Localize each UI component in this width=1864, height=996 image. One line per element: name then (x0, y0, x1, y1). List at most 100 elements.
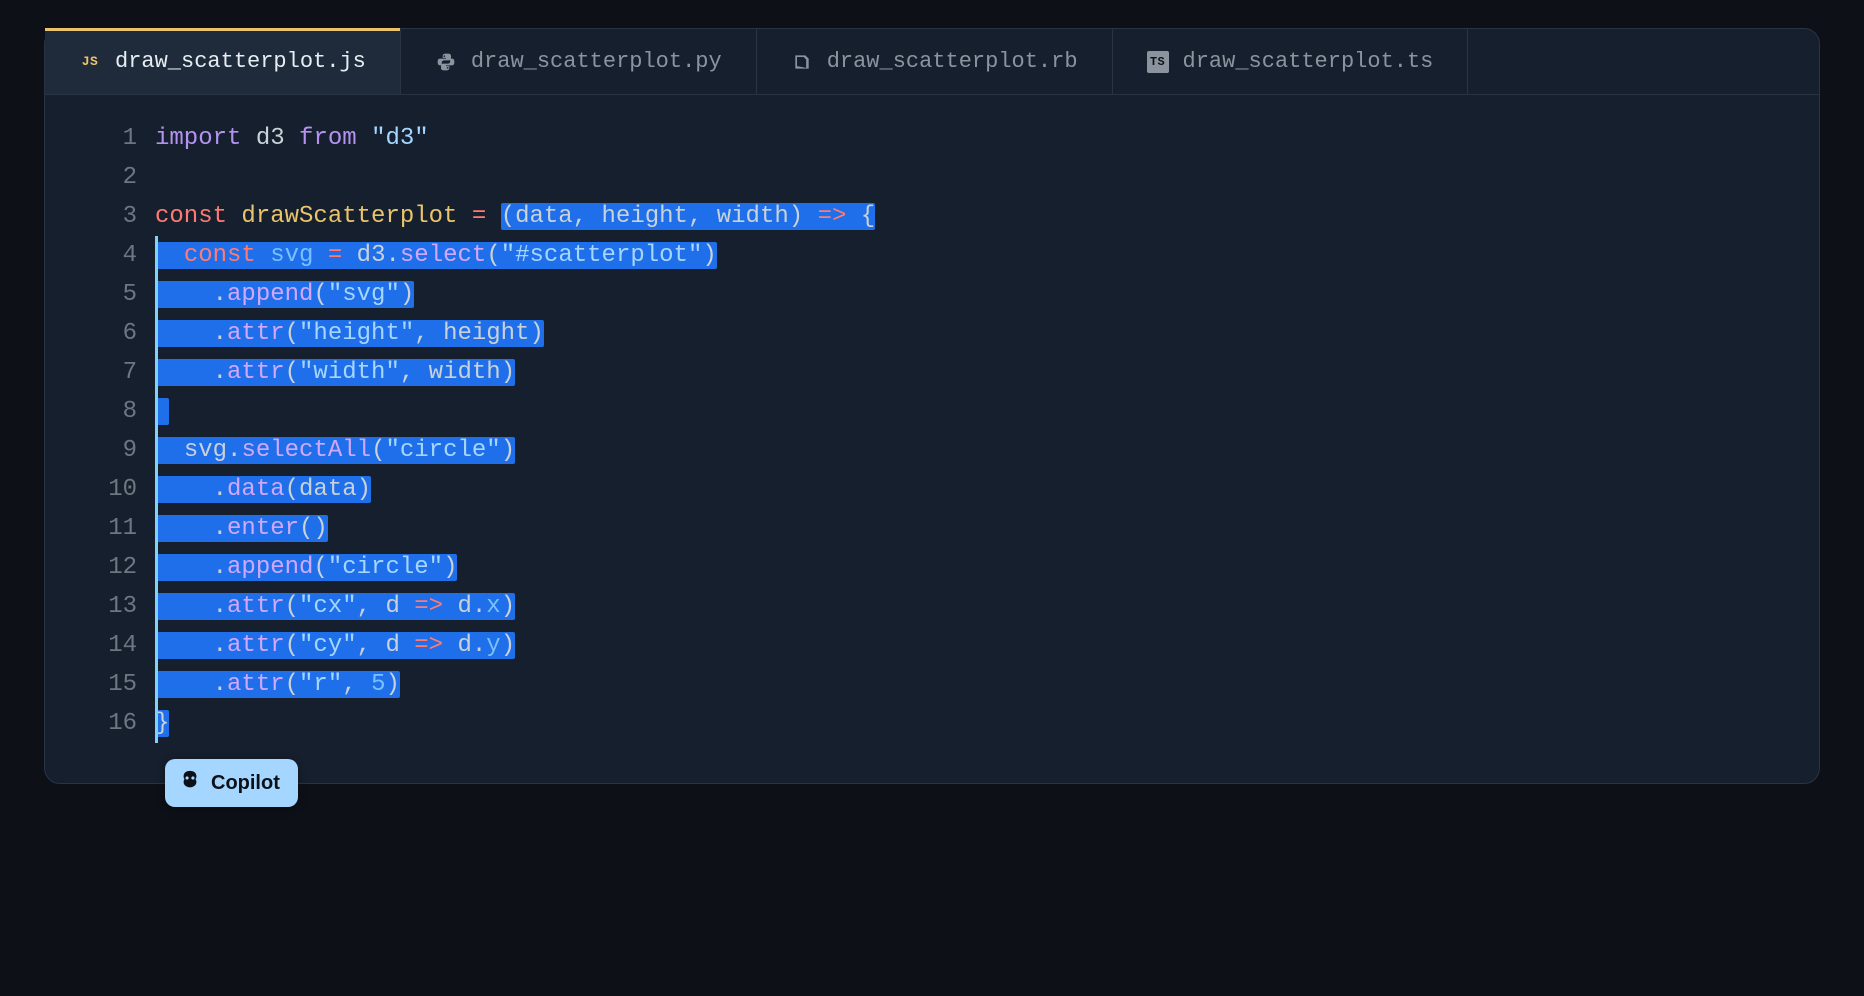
selection-highlight: .data(data) (155, 476, 371, 503)
code-line: 11 .enter() (45, 509, 1819, 548)
code-content[interactable]: import d3 from "d3" (155, 119, 1819, 158)
line-number: 9 (45, 431, 155, 470)
code-token: ) (501, 359, 515, 386)
code-token: x (486, 593, 500, 620)
code-content[interactable]: .enter() (155, 509, 1819, 548)
selection-highlight: .attr("width", width) (155, 359, 515, 386)
line-number: 6 (45, 314, 155, 353)
code-content[interactable]: svg.selectAll("circle") (155, 431, 1819, 470)
code-editor-panel: JSdraw_scatterplot.js draw_scatterplot.py… (44, 28, 1820, 784)
code-token: ( (285, 593, 299, 620)
code-token: ( (285, 632, 299, 659)
code-token: ) (501, 437, 515, 464)
selection-highlight: .attr("cx", d => d.x) (155, 593, 515, 620)
code-token (155, 242, 184, 269)
code-token: attr (227, 320, 285, 347)
code-token (155, 515, 213, 542)
code-line: 7 .attr("width", width) (45, 353, 1819, 392)
selection-highlight: svg.selectAll("circle") (155, 437, 515, 464)
line-number: 10 (45, 470, 155, 509)
code-token (342, 242, 356, 269)
code-token: ( (285, 320, 299, 347)
rb-file-icon (791, 51, 813, 73)
code-token: ( (501, 203, 515, 230)
code-token (357, 125, 371, 152)
code-token: . (213, 632, 227, 659)
code-token: attr (227, 593, 285, 620)
code-content[interactable]: .attr("cx", d => d.x) (155, 587, 1819, 626)
tab-label: draw_scatterplot.ts (1183, 49, 1434, 74)
code-token: "circle" (328, 554, 443, 581)
code-content[interactable]: .append("svg") (155, 275, 1819, 314)
code-token (443, 632, 457, 659)
selection-highlight: .append("svg") (155, 281, 414, 308)
code-content[interactable]: const svg = d3.select("#scatterplot") (155, 236, 1819, 275)
code-token: drawScatterplot (241, 203, 457, 230)
code-token: "#scatterplot" (501, 242, 703, 269)
code-line: 5 .append("svg") (45, 275, 1819, 314)
line-number: 16 (45, 704, 155, 743)
tab-label: draw_scatterplot.py (471, 49, 722, 74)
code-token: width (429, 359, 501, 386)
selection-gutter-indicator (155, 470, 158, 509)
code-token: enter (227, 515, 299, 542)
copilot-button[interactable]: Copilot (165, 759, 298, 807)
selection-gutter-indicator (155, 587, 158, 626)
code-token: ) (501, 593, 515, 620)
tab-ts[interactable]: TSdraw_scatterplot.ts (1113, 29, 1469, 94)
line-number: 5 (45, 275, 155, 314)
code-content[interactable]: .attr("width", width) (155, 353, 1819, 392)
code-content[interactable]: const drawScatterplot = (data, height, w… (155, 197, 1819, 236)
code-content[interactable]: .attr("cy", d => d.y) (155, 626, 1819, 665)
code-token: . (213, 671, 227, 698)
tab-rb[interactable]: draw_scatterplot.rb (757, 29, 1113, 94)
code-token: . (213, 320, 227, 347)
line-number: 14 (45, 626, 155, 665)
code-token: => (414, 632, 443, 659)
code-token: ( (313, 554, 327, 581)
code-token: from (299, 125, 357, 152)
code-token: ) (789, 203, 803, 230)
tab-py[interactable]: draw_scatterplot.py (401, 29, 757, 94)
code-token: = (328, 242, 342, 269)
code-token: "svg" (328, 281, 400, 308)
code-token: d (457, 593, 471, 620)
selection-gutter-indicator (155, 704, 158, 743)
code-token: attr (227, 632, 285, 659)
code-token: ( (486, 242, 500, 269)
line-number: 2 (45, 158, 155, 197)
code-token: svg (270, 242, 313, 269)
code-token: ( (285, 359, 299, 386)
code-token (400, 632, 414, 659)
code-token (155, 437, 184, 464)
selection-gutter-indicator (155, 509, 158, 548)
code-token: import (155, 125, 241, 152)
tab-label: draw_scatterplot.js (115, 49, 366, 74)
code-token: ) (702, 242, 716, 269)
selection-gutter-indicator (155, 626, 158, 665)
code-token: "cx" (299, 593, 357, 620)
code-token: ) (529, 320, 543, 347)
code-area[interactable]: 1import d3 from "d3"23const drawScatterp… (45, 95, 1819, 783)
line-number: 4 (45, 236, 155, 275)
code-content[interactable]: .data(data) (155, 470, 1819, 509)
code-token: ( (371, 437, 385, 464)
selection-highlight: .attr("height", height) (155, 320, 544, 347)
code-content[interactable] (155, 392, 1819, 431)
tab-js[interactable]: JSdraw_scatterplot.js (45, 29, 401, 94)
code-token: const (184, 242, 256, 269)
code-token: d3 (357, 242, 386, 269)
code-token: data (515, 203, 573, 230)
code-token (227, 203, 241, 230)
code-token (443, 593, 457, 620)
code-token: , (357, 632, 386, 659)
tab-bar: JSdraw_scatterplot.js draw_scatterplot.py… (45, 29, 1819, 95)
code-content[interactable]: .append("circle") (155, 548, 1819, 587)
code-content[interactable]: .attr("height", height) (155, 314, 1819, 353)
code-token (803, 203, 817, 230)
code-token: svg (184, 437, 227, 464)
code-content[interactable]: } (155, 704, 1819, 743)
code-token: ) (501, 632, 515, 659)
code-content[interactable]: .attr("r", 5) (155, 665, 1819, 704)
code-token: const (155, 203, 227, 230)
